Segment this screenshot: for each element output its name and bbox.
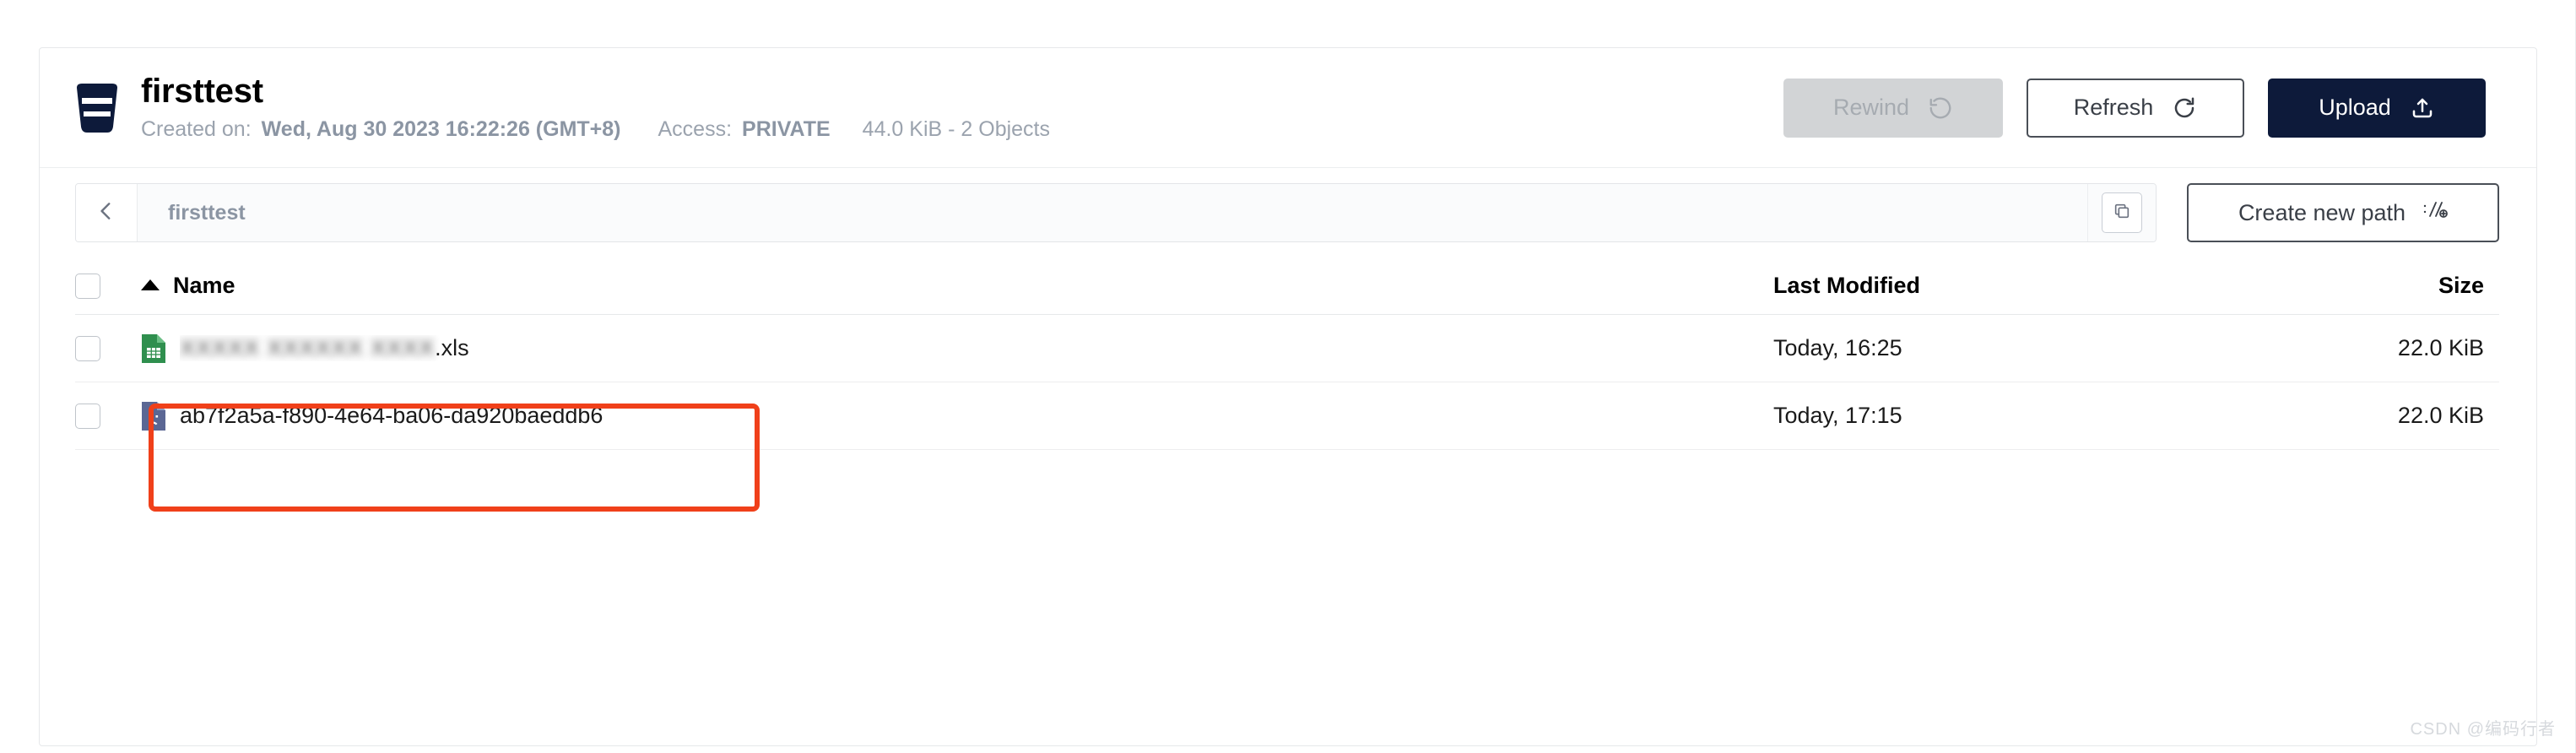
bucket-title: firsttest (141, 73, 263, 110)
column-header-last-modified-label: Last Modified (1773, 273, 1920, 298)
bucket-icon (77, 83, 117, 133)
bucket-text-block: firsttest Created on: Wed, Aug 30 2023 1… (141, 73, 1050, 142)
unknown-file-icon (142, 401, 165, 431)
upload-button-label: Upload (2319, 95, 2391, 120)
row-name-cell[interactable]: ab7f2a5a-f890-4e64-ba06-da920baeddb6 (141, 401, 1773, 431)
row-name-cell[interactable]: XXXXX XXXXXX XXXX.xls (141, 333, 1773, 364)
rewind-button-label: Rewind (1832, 95, 1910, 120)
refresh-icon (2172, 95, 2197, 121)
column-header-size-label: Size (2438, 273, 2484, 298)
column-header-name[interactable]: Name (141, 273, 1773, 299)
bucket-header: firsttest Created on: Wed, Aug 30 2023 1… (40, 48, 2536, 168)
column-header-name-label: Name (173, 273, 235, 298)
row-size: 22.0 KiB (2397, 403, 2484, 428)
path-bar: firsttest (75, 183, 2157, 242)
upload-button[interactable]: Upload (2268, 78, 2486, 138)
row-last-modified-cell: Today, 16:25 (1773, 335, 2288, 361)
table-row[interactable]: XXXXX XXXXXX XXXX.xls Today, 16:25 22.0 … (75, 315, 2499, 382)
select-all-cell (75, 273, 141, 299)
breadcrumb-item-firsttest[interactable]: firsttest (168, 201, 246, 225)
upload-icon (2410, 95, 2435, 121)
row-last-modified-cell: Today, 17:15 (1773, 403, 2288, 429)
rewind-icon (1928, 95, 1953, 121)
row-size-cell: 22.0 KiB (2288, 335, 2499, 361)
header-actions: Rewind Refresh Upload (1783, 78, 2486, 138)
row-file-name[interactable]: XXXXX XXXXXX XXXX.xls (180, 335, 469, 361)
chevron-left-icon (95, 200, 117, 226)
watermark: CSDN @编码行者 (2410, 720, 2556, 739)
path-back-button[interactable] (76, 184, 138, 241)
row-select-cell (75, 335, 141, 361)
row-last-modified: Today, 16:25 (1773, 335, 1902, 360)
row-checkbox[interactable] (75, 335, 100, 361)
file-extension: .xls (435, 335, 469, 360)
column-header-size[interactable]: Size (2288, 273, 2499, 299)
row-file-name[interactable]: ab7f2a5a-f890-4e64-ba06-da920baeddb6 (180, 403, 603, 429)
access-value: PRIVATE (742, 117, 831, 141)
table-header-row: Name Last Modified Size (75, 257, 2499, 315)
refresh-button[interactable]: Refresh (2027, 78, 2244, 138)
select-all-checkbox[interactable] (75, 273, 100, 299)
spreadsheet-file-icon (142, 333, 165, 363)
new-path-icon (2422, 199, 2448, 227)
column-header-last-modified[interactable]: Last Modified (1773, 273, 2288, 299)
row-size-cell: 22.0 KiB (2288, 403, 2499, 429)
copy-icon (2113, 202, 2131, 225)
bucket-browser-card: firsttest Created on: Wed, Aug 30 2023 1… (39, 47, 2537, 746)
row-size: 22.0 KiB (2397, 335, 2484, 360)
rewind-button[interactable]: Rewind (1783, 78, 2003, 138)
sort-asc-caret-icon (141, 279, 160, 290)
table-row[interactable]: ab7f2a5a-f890-4e64-ba06-da920baeddb6 Tod… (75, 382, 2499, 450)
refresh-button-label: Refresh (2073, 95, 2154, 120)
created-on-value: Wed, Aug 30 2023 16:22:26 (GMT+8) (261, 117, 621, 141)
row-select-cell (75, 403, 141, 429)
create-new-path-button[interactable]: Create new path (2187, 183, 2499, 242)
row-last-modified: Today, 17:15 (1773, 403, 1902, 428)
object-table: Name Last Modified Size XXXXX XXXXXX XXX… (40, 257, 2536, 745)
row-checkbox[interactable] (75, 403, 100, 429)
bucket-size-summary: 44.0 KiB - 2 Objects (862, 117, 1050, 141)
path-row: firsttest Create new path (40, 168, 2536, 257)
redacted-file-name-part: XXXXX XXXXXX XXXX (180, 335, 436, 360)
access-label: Access: (658, 117, 733, 141)
bucket-meta: Created on: Wed, Aug 30 2023 16:22:26 (G… (141, 117, 1050, 142)
path-copy-slot (2087, 184, 2156, 241)
copy-path-button[interactable] (2102, 192, 2142, 233)
create-new-path-label: Create new path (2238, 199, 2406, 225)
breadcrumb[interactable]: firsttest (138, 184, 2087, 241)
bucket-identity: firsttest Created on: Wed, Aug 30 2023 1… (75, 73, 1783, 142)
created-on-label: Created on: (141, 117, 252, 141)
